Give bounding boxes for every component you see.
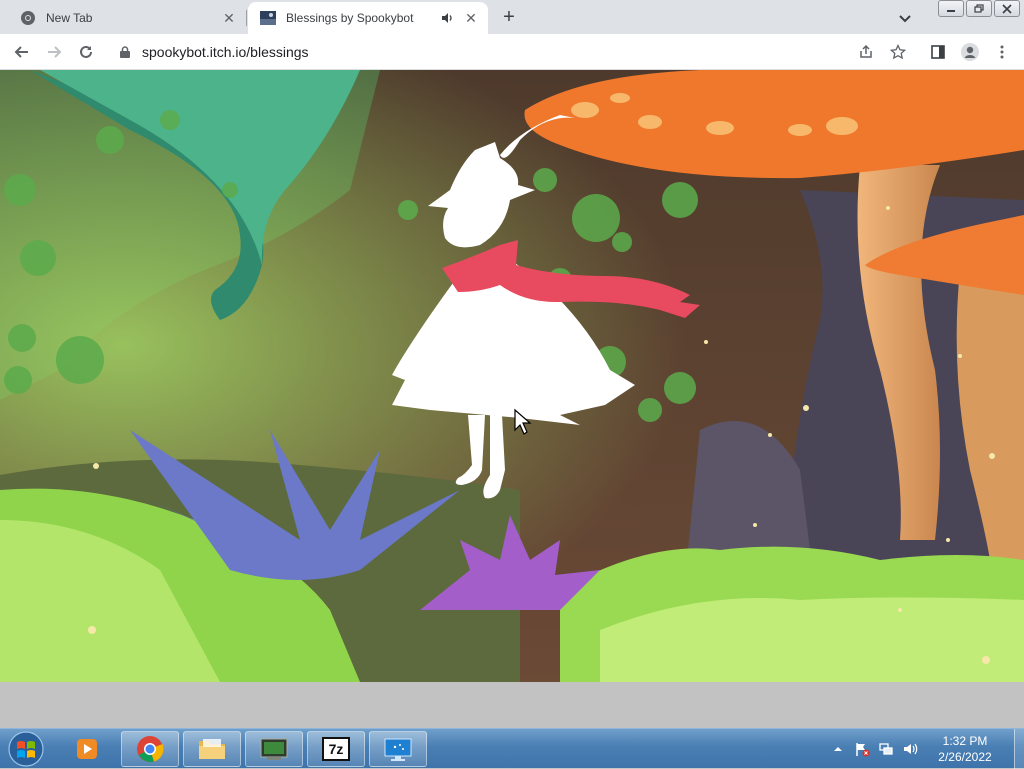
arrow-left-icon <box>14 46 28 58</box>
close-tab-icon[interactable]: ✕ <box>462 9 480 27</box>
taskbar-7zip[interactable]: 7z <box>307 731 365 767</box>
7zip-label: 7z <box>328 741 344 757</box>
forest-scene <box>0 70 1024 682</box>
tab-title: Blessings by Spookybot <box>286 11 414 25</box>
kebab-menu-icon <box>1000 45 1004 59</box>
star-icon <box>890 44 906 60</box>
profile-button[interactable] <box>958 40 982 64</box>
chevron-up-icon <box>834 747 842 751</box>
close-tab-icon[interactable]: ✕ <box>220 9 238 27</box>
new-tab-button[interactable]: + <box>498 6 520 28</box>
volume-icon <box>904 743 918 755</box>
chevron-down-icon[interactable] <box>895 8 915 28</box>
taskbar-file-explorer[interactable] <box>183 731 241 767</box>
remote-desktop-icon <box>384 738 412 761</box>
reload-icon <box>80 45 92 58</box>
taskbar-chrome[interactable] <box>121 731 179 767</box>
restore-icon <box>974 3 984 13</box>
address-bar[interactable]: spookybot.itch.io/blessings <box>108 38 918 66</box>
taskbar: 7z 1:32 PM 2/26/2022 <box>0 728 1024 769</box>
url-text: spookybot.itch.io/blessings <box>142 44 309 60</box>
back-button[interactable] <box>10 40 34 64</box>
taskbar-terminal[interactable] <box>245 731 303 767</box>
taskbar-remote-desktop[interactable] <box>369 731 427 767</box>
share-button[interactable] <box>854 40 878 64</box>
menu-button[interactable] <box>990 40 1014 64</box>
chrome-icon <box>137 736 164 762</box>
flag-error-icon <box>856 743 870 757</box>
avatar-icon <box>961 43 979 61</box>
restore-button[interactable] <box>966 0 992 17</box>
clock-time: 1:32 PM <box>942 734 988 748</box>
media-player-icon <box>77 739 97 759</box>
clock-date: 2/26/2022 <box>938 750 992 764</box>
minimize-button[interactable] <box>938 0 964 17</box>
browser-toolbar: spookybot.itch.io/blessings <box>0 34 1024 70</box>
system-tray: 1:32 PM 2/26/2022 <box>826 729 1024 769</box>
close-window-button[interactable] <box>994 0 1020 17</box>
network-icon <box>879 743 893 755</box>
show-hidden-icons-button[interactable] <box>829 740 847 758</box>
file-explorer-icon <box>199 739 225 759</box>
game-canvas[interactable] <box>0 70 1024 682</box>
share-icon <box>860 44 872 58</box>
clock[interactable]: 1:32 PM 2/26/2022 <box>926 733 1004 765</box>
side-panel-button[interactable] <box>926 40 950 64</box>
forward-button[interactable] <box>42 40 66 64</box>
game-favicon <box>260 11 276 25</box>
terminal-icon <box>260 738 288 760</box>
close-icon <box>1002 3 1012 14</box>
arrow-right-icon <box>48 46 62 58</box>
tab-blessings[interactable]: Blessings by Spookybot ✕ <box>248 2 488 34</box>
7zip-icon: 7z <box>322 737 350 761</box>
volume-tray[interactable] <box>901 740 919 758</box>
speaker-icon[interactable] <box>440 11 454 25</box>
chrome-icon <box>21 11 35 25</box>
tab-divider <box>246 10 247 26</box>
network-tray[interactable] <box>877 740 895 758</box>
tab-strip: New Tab ✕ Blessings by Spookybot ✕ + <box>0 0 1024 34</box>
page-background <box>0 682 1024 728</box>
taskbar-media-player[interactable] <box>58 731 116 767</box>
side-panel-icon <box>931 45 945 59</box>
bookmark-button[interactable] <box>886 40 910 64</box>
window-controls <box>938 0 1020 18</box>
reload-button[interactable] <box>74 40 98 64</box>
show-desktop-button[interactable] <box>1014 729 1024 769</box>
windows-start-icon <box>8 731 44 767</box>
minimize-icon <box>947 9 955 12</box>
tab-title: New Tab <box>46 11 93 25</box>
lock-icon[interactable] <box>118 45 132 59</box>
start-button[interactable] <box>4 730 48 768</box>
tab-new-tab[interactable]: New Tab ✕ <box>8 2 246 34</box>
action-center-tray[interactable] <box>853 740 871 758</box>
